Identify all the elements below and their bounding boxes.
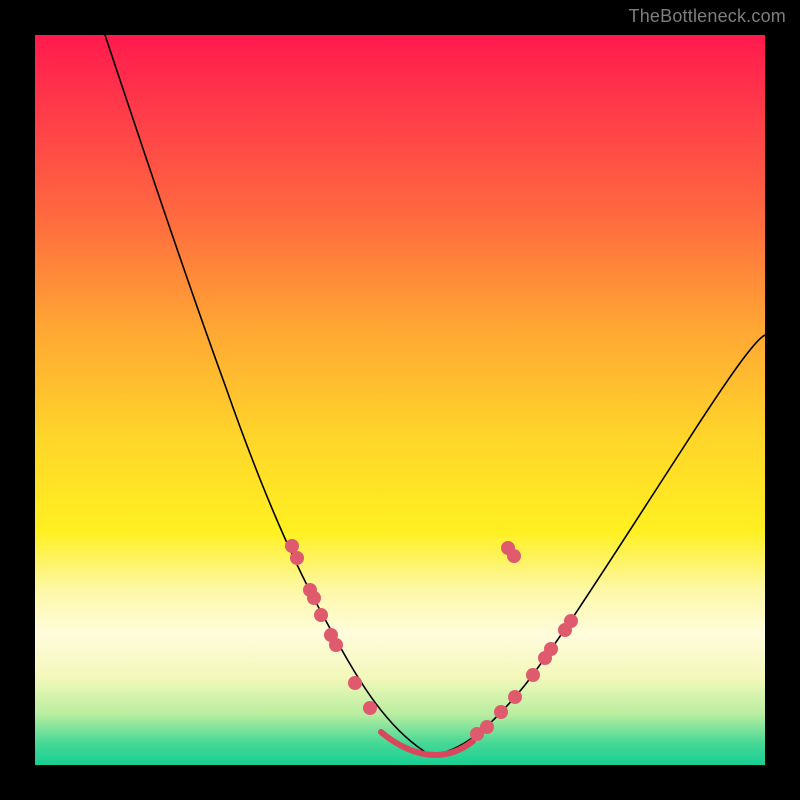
marker-dot <box>329 638 343 652</box>
marker-dot <box>314 608 328 622</box>
marker-dot <box>544 642 558 656</box>
marker-dot <box>480 720 494 734</box>
gradient-plot-area <box>35 35 765 765</box>
marker-dot <box>526 668 540 682</box>
marker-dot <box>290 551 304 565</box>
marker-dot <box>348 676 362 690</box>
marker-dot <box>363 701 377 715</box>
curve-bottom-highlight <box>381 732 473 755</box>
watermark-text: TheBottleneck.com <box>629 6 786 27</box>
marker-dot <box>307 591 321 605</box>
marker-dot <box>494 705 508 719</box>
plot-svg <box>35 35 765 765</box>
marker-group <box>285 539 578 741</box>
bottleneck-curve <box>105 35 765 755</box>
marker-dot <box>564 614 578 628</box>
marker-dot <box>285 539 299 553</box>
marker-dot <box>507 549 521 563</box>
marker-dot <box>508 690 522 704</box>
